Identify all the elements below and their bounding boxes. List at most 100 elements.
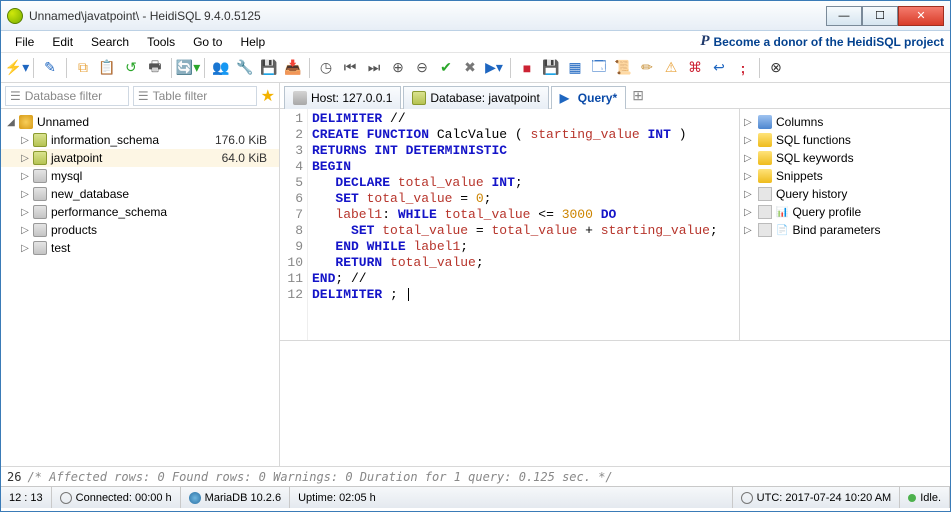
helper-icon — [758, 187, 772, 201]
tree-item-test[interactable]: ▷test — [1, 239, 279, 257]
tool-cancel-icon[interactable]: ✖ — [460, 58, 480, 78]
query-log[interactable]: 26 /* Affected rows: 0 Found rows: 0 War… — [1, 466, 950, 486]
expand-icon[interactable]: ▷ — [744, 207, 754, 218]
menu-file[interactable]: File — [7, 33, 42, 51]
helper-label: Columns — [776, 115, 823, 129]
tool-new-icon[interactable]: ✎ — [40, 58, 60, 78]
tool-add-icon[interactable]: ⊕ — [388, 58, 408, 78]
tool-last-icon[interactable]: ⏭ — [364, 58, 384, 78]
tree-item-information_schema[interactable]: ▷information_schema176.0 KiB — [1, 131, 279, 149]
tree-item-javatpoint[interactable]: ▷javatpoint64.0 KiB — [1, 149, 279, 167]
tool-warning-icon[interactable]: ⚠ — [661, 58, 681, 78]
tab-host[interactable]: Host: 127.0.0.1 — [284, 86, 401, 109]
tool-users-icon[interactable]: 👥 — [211, 58, 231, 78]
tool-run-icon[interactable]: ▶▾ — [484, 58, 504, 78]
collapse-icon[interactable]: ◢ — [5, 117, 17, 128]
database-icon — [33, 205, 47, 219]
favorites-icon[interactable]: ★ — [261, 86, 275, 106]
code-content[interactable]: DELIMITER //CREATE FUNCTION CalcValue ( … — [308, 109, 739, 340]
tool-paste-icon[interactable]: 📋 — [97, 58, 117, 78]
filter-icon: ☰ — [138, 89, 149, 103]
app-icon — [7, 8, 23, 24]
tool-copy-icon[interactable]: ⧉ — [73, 58, 93, 78]
tool-first-icon[interactable]: ⏮ — [340, 58, 360, 78]
helper-query-profile[interactable]: ▷📊Query profile — [744, 203, 946, 221]
tool-wrap-icon[interactable]: ↩ — [709, 58, 729, 78]
tool-edit-icon[interactable]: ✏ — [637, 58, 657, 78]
expand-icon[interactable]: ▷ — [744, 153, 754, 164]
helper-icon — [758, 115, 772, 129]
toolbar: ⚡▾ ✎ ⧉ 📋 ↺ 🖶 🔄▾ 👥 🔧 💾 📥 ◷ ⏮ ⏭ ⊕ ⊖ ✔ ✖ ▶▾… — [1, 53, 950, 83]
database-tree[interactable]: ◢ Unnamed ▷information_schema176.0 KiB▷j… — [1, 109, 280, 466]
tool-print-icon[interactable]: 🖶 — [145, 58, 165, 78]
expand-icon[interactable]: ▷ — [744, 225, 754, 236]
table-filter-input[interactable]: ☰ Table filter — [133, 86, 257, 106]
tool-log-icon[interactable]: ◷ — [316, 58, 336, 78]
expand-icon[interactable]: ▷ — [19, 135, 31, 146]
menu-edit[interactable]: Edit — [44, 33, 81, 51]
menu-bar: File Edit Search Tools Go to Help P Beco… — [1, 31, 950, 53]
tree-item-mysql[interactable]: ▷mysql — [1, 167, 279, 185]
tree-item-new_database[interactable]: ▷new_database — [1, 185, 279, 203]
helper-sql-keywords[interactable]: ▷SQL keywords — [744, 149, 946, 167]
log-message: /* Affected rows: 0 Found rows: 0 Warnin… — [27, 470, 612, 484]
tree-item-products[interactable]: ▷products — [1, 221, 279, 239]
tree-root[interactable]: ◢ Unnamed — [1, 113, 279, 131]
tool-maintain-icon[interactable]: 🔧 — [235, 58, 255, 78]
helper-columns[interactable]: ▷ Columns — [744, 113, 946, 131]
minimize-button[interactable]: — — [826, 6, 862, 26]
menu-search[interactable]: Search — [83, 33, 137, 51]
expand-icon[interactable]: ▷ — [19, 207, 31, 218]
helper-label: SQL functions — [776, 133, 851, 147]
tool-stop-icon[interactable]: ■ — [517, 58, 537, 78]
menu-tools[interactable]: Tools — [139, 33, 183, 51]
tool-fmt-icon[interactable]: ⌘ — [685, 58, 705, 78]
tool-connect-icon[interactable]: ⚡▾ — [7, 58, 27, 78]
tool-script-icon[interactable]: 📜 — [613, 58, 633, 78]
paypal-icon: P — [700, 33, 709, 50]
new-tab-icon[interactable]: ⊞ — [628, 86, 648, 106]
expand-icon[interactable]: ▷ — [744, 189, 754, 200]
tool-grid-icon[interactable]: ▦ — [565, 58, 585, 78]
expand-icon[interactable]: ▷ — [744, 171, 754, 182]
helper-icon — [758, 223, 772, 237]
idle-icon — [908, 494, 916, 502]
expand-icon[interactable]: ▷ — [19, 171, 31, 182]
tree-item-size: 176.0 KiB — [215, 133, 275, 147]
status-server: MariaDB 10.2.6 — [181, 487, 290, 508]
tool-view-icon[interactable]: 🗔 — [589, 58, 609, 78]
helper-snippets[interactable]: ▷Snippets — [744, 167, 946, 185]
sql-editor[interactable]: 123456789101112 DELIMITER //CREATE FUNCT… — [280, 109, 740, 340]
tool-export-icon[interactable]: 💾 — [259, 58, 279, 78]
tree-item-performance_schema[interactable]: ▷performance_schema — [1, 203, 279, 221]
status-utc: UTC: 2017-07-24 10:20 AM — [733, 487, 901, 508]
tool-import-icon[interactable]: 📥 — [283, 58, 303, 78]
helper-label: Bind parameters — [792, 223, 880, 237]
expand-icon[interactable]: ▷ — [19, 243, 31, 254]
expand-icon[interactable]: ▷ — [19, 225, 31, 236]
helper-query-history[interactable]: ▷Query history — [744, 185, 946, 203]
tool-close-icon[interactable]: ⊗ — [766, 58, 786, 78]
maximize-button[interactable]: ☐ — [862, 6, 898, 26]
close-button[interactable]: ✕ — [898, 6, 944, 26]
expand-icon[interactable]: ▷ — [744, 117, 754, 128]
menu-goto[interactable]: Go to — [185, 33, 230, 51]
expand-icon[interactable]: ▷ — [19, 153, 31, 164]
tool-save-icon[interactable]: 💾 — [541, 58, 561, 78]
result-grid[interactable] — [280, 341, 950, 466]
tab-database[interactable]: Database: javatpoint — [403, 86, 548, 109]
donor-link[interactable]: P Become a donor of the HeidiSQL project — [700, 33, 944, 50]
helper-sql-functions[interactable]: ▷ SQL functions — [744, 131, 946, 149]
database-filter-input[interactable]: ☰ Database filter — [5, 86, 129, 106]
expand-icon[interactable]: ▷ — [19, 189, 31, 200]
tool-remove-icon[interactable]: ⊖ — [412, 58, 432, 78]
tool-undo-icon[interactable]: ↺ — [121, 58, 141, 78]
tool-semicolon-icon[interactable]: ; — [733, 58, 753, 78]
tab-query[interactable]: ▶ Query* — [551, 86, 626, 109]
menu-help[interactable]: Help — [232, 33, 273, 51]
server-icon — [19, 115, 33, 129]
tool-post-icon[interactable]: ✔ — [436, 58, 456, 78]
expand-icon[interactable]: ▷ — [744, 135, 754, 146]
tool-refresh-icon[interactable]: 🔄▾ — [178, 58, 198, 78]
helper-bind-parameters[interactable]: ▷📄Bind parameters — [744, 221, 946, 239]
